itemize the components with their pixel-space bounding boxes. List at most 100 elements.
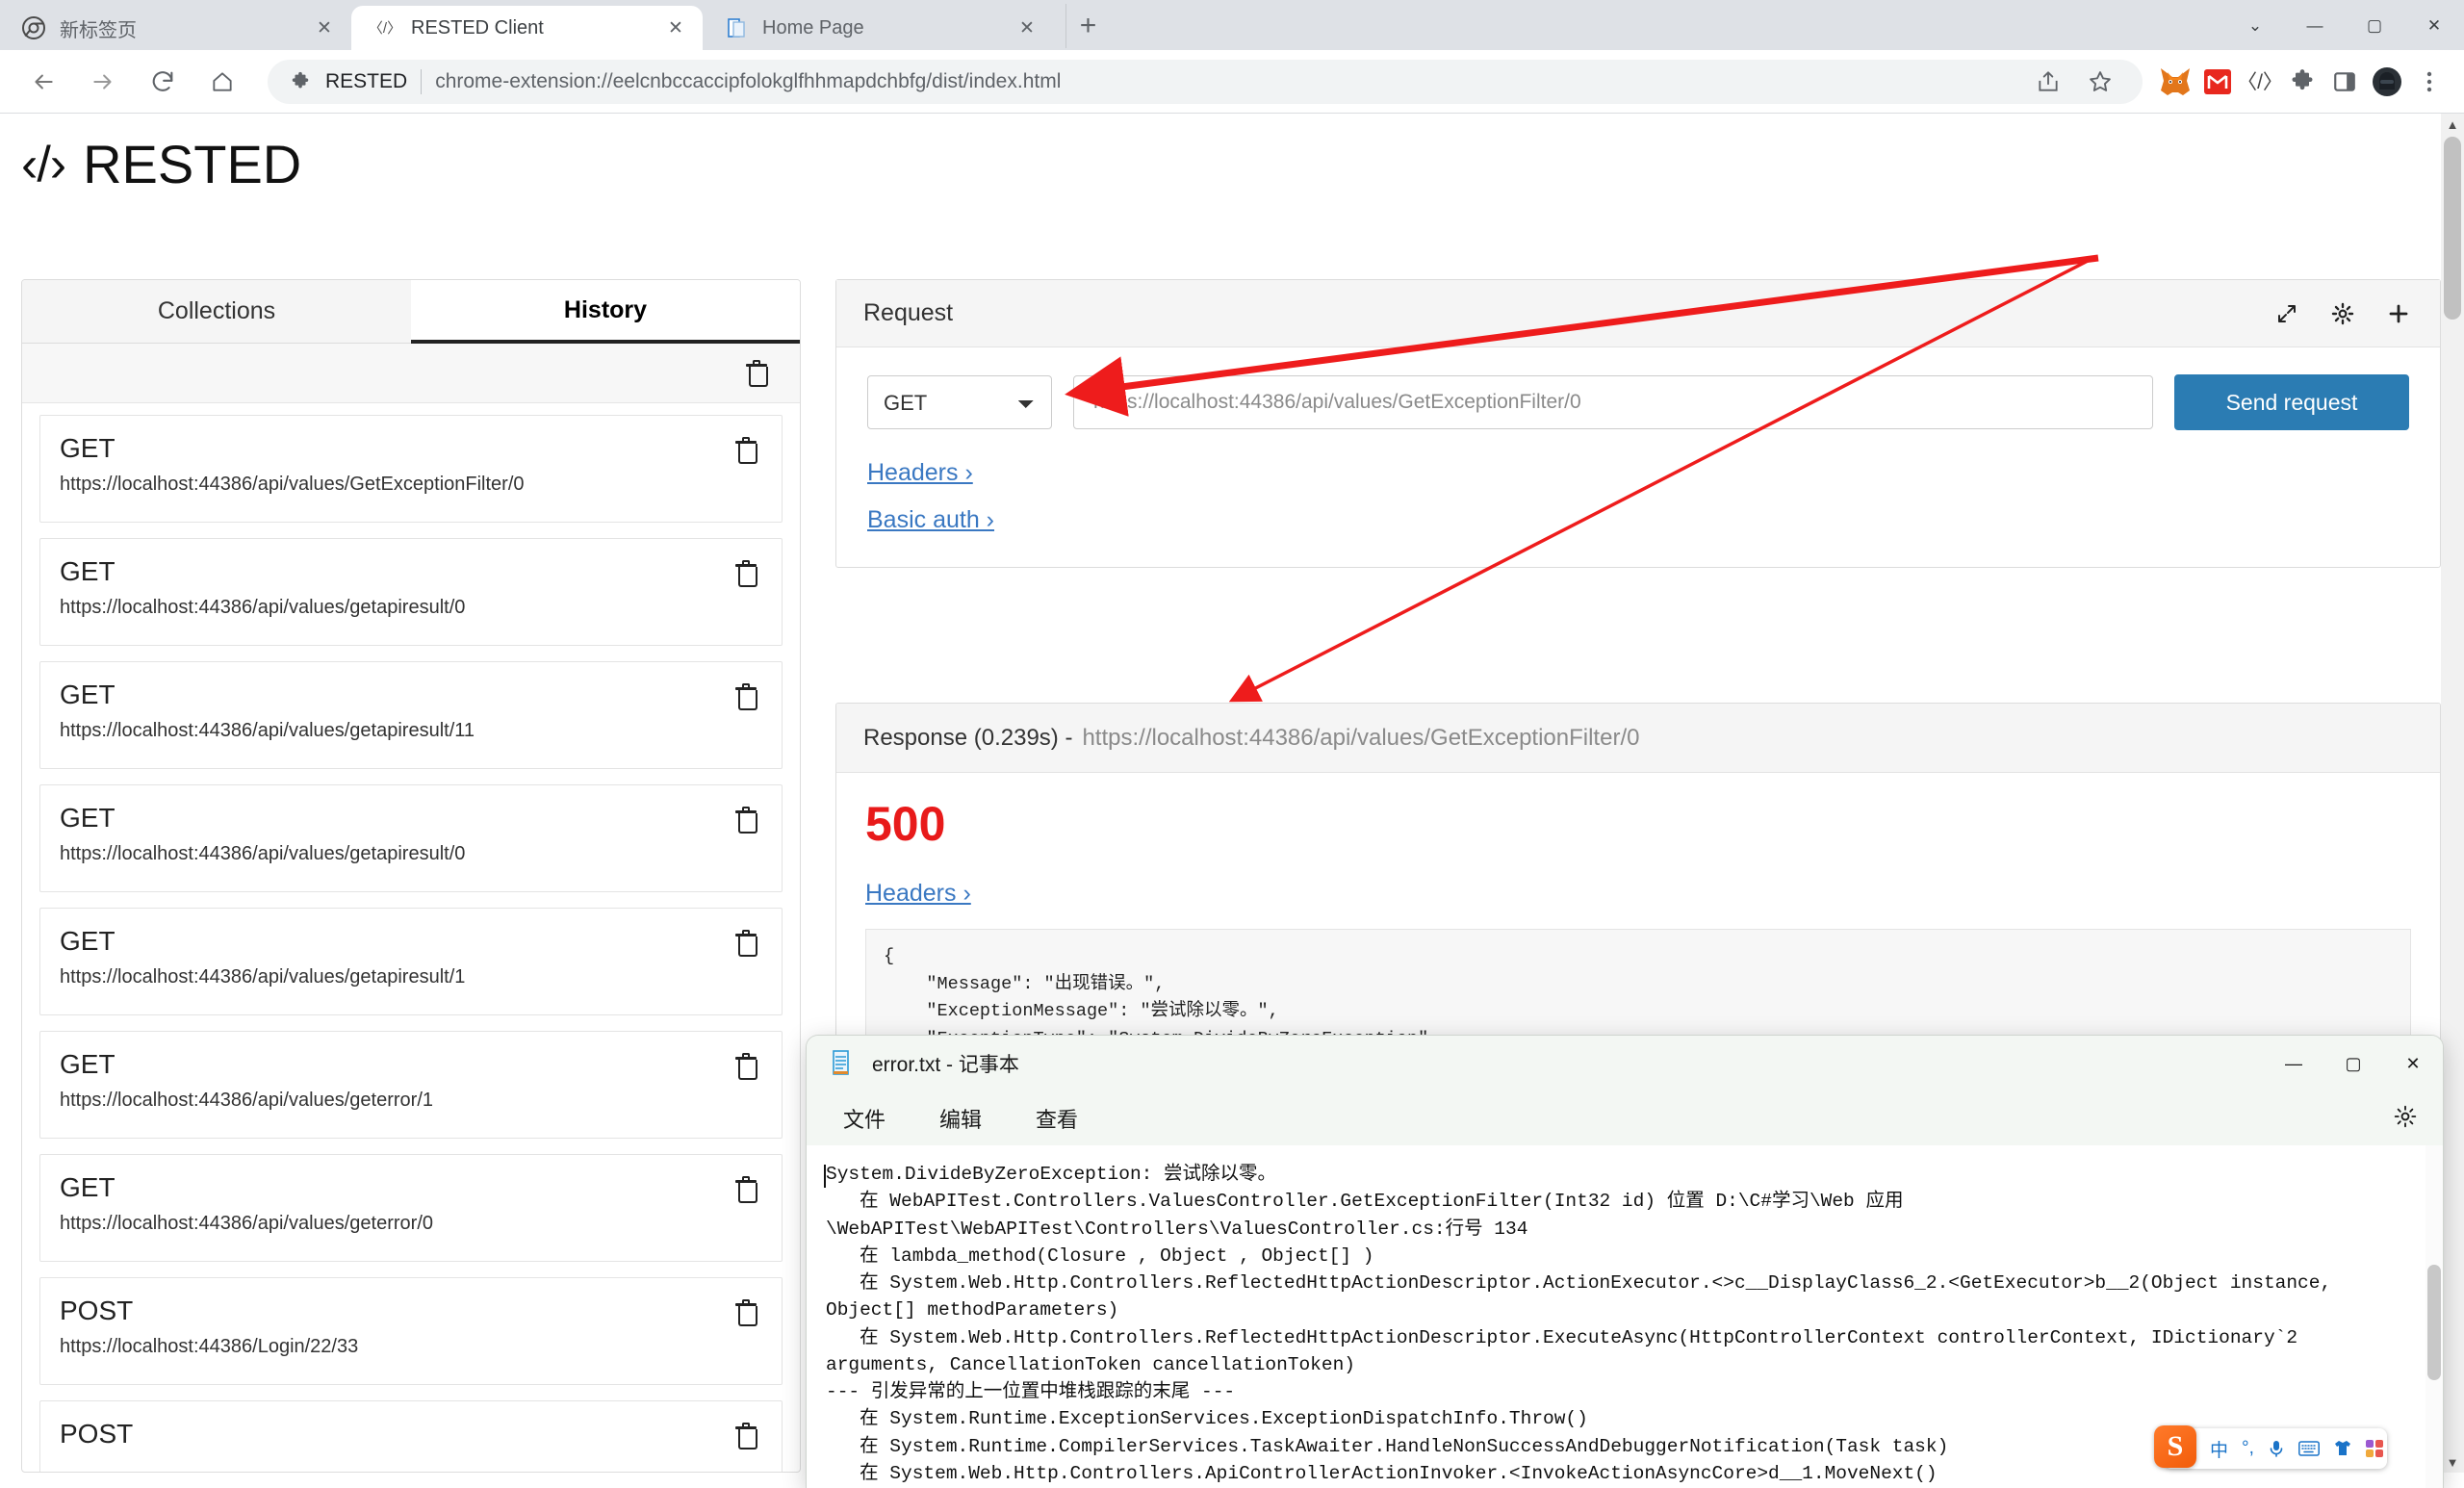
browser-tab-rested-client[interactable]: 〈/〉 RESTED Client ✕: [351, 6, 703, 50]
plus-icon[interactable]: [2384, 299, 2413, 328]
back-button[interactable]: [19, 58, 67, 106]
list-item[interactable]: GET https://localhost:44386/api/values/g…: [39, 661, 783, 769]
home-button[interactable]: [198, 58, 246, 106]
omnibox-url-text[interactable]: chrome-extension://eelcnbccaccipfolokglf…: [435, 70, 1061, 93]
history-list: GET https://localhost:44386/api/values/G…: [22, 403, 800, 1473]
menu-edit[interactable]: 编辑: [930, 1097, 991, 1140]
notepad-window: error.txt - 记事本 — ▢ ✕ 文件 编辑 查看 System.Di…: [807, 1036, 2443, 1488]
menu-file[interactable]: 文件: [834, 1097, 895, 1140]
delete-history-item-icon[interactable]: [735, 683, 760, 710]
address-bar[interactable]: RESTED chrome-extension://eelcnbccaccipf…: [268, 60, 2143, 104]
new-tab-button[interactable]: +: [1065, 4, 1110, 48]
list-item[interactable]: GET https://localhost:44386/api/values/g…: [39, 908, 783, 1015]
browser-tab-new-tab-page[interactable]: 新标签页 ✕: [0, 6, 351, 50]
profile-avatar-icon[interactable]: [2366, 61, 2408, 103]
bookmark-star-icon[interactable]: [2079, 61, 2121, 103]
tab-close-icon[interactable]: ✕: [1014, 14, 1040, 41]
list-item[interactable]: POST https://localhost:44386/Login/22/33: [39, 1277, 783, 1385]
share-icon[interactable]: [2027, 61, 2069, 103]
tab-title: RESTED Client: [411, 17, 649, 39]
history-url: https://localhost:44386/api/values/getap…: [60, 720, 762, 742]
page-scrollbar[interactable]: ▲ ▼: [2441, 114, 2464, 1473]
rested-extension-icon[interactable]: 〈/〉: [2239, 61, 2281, 103]
history-url: https://localhost:44386/Login/22/33: [60, 1336, 762, 1358]
extensions-puzzle-icon[interactable]: [2281, 61, 2323, 103]
history-method: GET: [60, 801, 762, 835]
notepad-scrollbar[interactable]: [2426, 1145, 2443, 1488]
app-title: RESTED: [83, 133, 301, 195]
chrome-menu-icon[interactable]: [2408, 61, 2451, 103]
history-method: GET: [60, 1170, 762, 1205]
notepad-maximize-icon[interactable]: ▢: [2323, 1036, 2383, 1091]
delete-history-item-icon[interactable]: [735, 437, 760, 464]
request-panel-header: Request: [836, 280, 2440, 347]
response-headers-link[interactable]: Headers ›: [865, 880, 971, 908]
list-item[interactable]: POST: [39, 1400, 783, 1473]
scroll-up-icon[interactable]: ▲: [2444, 115, 2461, 133]
delete-history-item-icon[interactable]: [735, 560, 760, 587]
request-row: GET POST PUT PATCH DELETE HEAD OPTIONS S…: [867, 374, 2409, 430]
notepad-close-icon[interactable]: ✕: [2383, 1036, 2443, 1091]
reload-button[interactable]: [139, 58, 187, 106]
list-item[interactable]: GET https://localhost:44386/api/values/g…: [39, 1154, 783, 1262]
delete-history-item-icon[interactable]: [735, 1176, 760, 1203]
history-method: GET: [60, 1047, 762, 1082]
skin-icon[interactable]: [2333, 1440, 2352, 1457]
metamask-fox-icon[interactable]: [2154, 61, 2196, 103]
page-scrollbar-thumb[interactable]: [2444, 137, 2461, 320]
list-item[interactable]: GET https://localhost:44386/api/values/g…: [39, 1031, 783, 1139]
history-toolbar: [22, 344, 800, 403]
expand-icon[interactable]: [2272, 299, 2301, 328]
request-basic-auth-link[interactable]: Basic auth ›: [867, 506, 994, 534]
text-caret: [824, 1165, 826, 1188]
request-headers-link[interactable]: Headers ›: [867, 459, 973, 487]
restore-down-icon[interactable]: ⌄: [2225, 5, 2285, 47]
delete-history-item-icon[interactable]: [735, 930, 760, 957]
ime-language-mode[interactable]: 中: [2210, 1436, 2228, 1462]
tab-close-icon[interactable]: ✕: [662, 14, 689, 41]
list-item[interactable]: GET https://localhost:44386/api/values/G…: [39, 415, 783, 523]
close-window-icon[interactable]: ✕: [2404, 5, 2464, 47]
http-method-select[interactable]: GET POST PUT PATCH DELETE HEAD OPTIONS: [867, 375, 1052, 429]
side-panel-icon[interactable]: [2323, 61, 2366, 103]
ime-punctuation-mode[interactable]: °,: [2242, 1438, 2254, 1459]
tab-history[interactable]: History: [411, 280, 800, 344]
list-item[interactable]: GET https://localhost:44386/api/values/g…: [39, 538, 783, 646]
minimize-icon[interactable]: —: [2285, 5, 2345, 47]
ime-toolbar: 中 °,: [2164, 1428, 2387, 1469]
gmail-icon[interactable]: [2196, 61, 2239, 103]
omnibox-extension-name: RESTED: [325, 70, 407, 93]
notepad-scrollbar-thumb[interactable]: [2427, 1265, 2441, 1380]
history-url: https://localhost:44386/api/values/getap…: [60, 843, 762, 865]
tab-close-icon[interactable]: ✕: [311, 14, 338, 41]
request-headers-row: Headers ›: [867, 459, 2409, 487]
send-request-button[interactable]: Send request: [2174, 374, 2409, 430]
history-method: GET: [60, 554, 762, 589]
request-url-input[interactable]: [1073, 375, 2153, 429]
app-logo: ‹/› RESTED: [21, 133, 301, 195]
maximize-icon[interactable]: ▢: [2345, 5, 2404, 47]
tab-collections[interactable]: Collections: [22, 280, 411, 344]
delete-history-item-icon[interactable]: [735, 1299, 760, 1326]
clear-history-trash-icon[interactable]: [746, 360, 771, 387]
history-method: GET: [60, 431, 762, 466]
notepad-minimize-icon[interactable]: —: [2264, 1036, 2323, 1091]
scroll-down-icon[interactable]: ▼: [2444, 1453, 2461, 1471]
keyboard-icon[interactable]: [2298, 1441, 2320, 1456]
apps-icon[interactable]: [2366, 1440, 2383, 1457]
tab-title: 新标签页: [60, 14, 297, 42]
gear-icon[interactable]: [2393, 1104, 2418, 1134]
forward-button[interactable]: [79, 58, 127, 106]
mic-icon[interactable]: [2268, 1439, 2285, 1458]
notepad-titlebar[interactable]: error.txt - 记事本 — ▢ ✕: [807, 1036, 2443, 1091]
list-item[interactable]: GET https://localhost:44386/api/values/g…: [39, 784, 783, 892]
tab-title: Home Page: [762, 17, 1000, 39]
sogou-ime-logo-icon[interactable]: S: [2154, 1425, 2196, 1468]
delete-history-item-icon[interactable]: [735, 1423, 760, 1450]
gear-icon[interactable]: [2328, 299, 2357, 328]
browser-tab-home-page[interactable]: Home Page ✕: [703, 6, 1054, 50]
response-url: https://localhost:44386/api/values/GetEx…: [1082, 725, 1639, 752]
menu-view[interactable]: 查看: [1026, 1097, 1088, 1140]
delete-history-item-icon[interactable]: [735, 1053, 760, 1080]
delete-history-item-icon[interactable]: [735, 807, 760, 834]
